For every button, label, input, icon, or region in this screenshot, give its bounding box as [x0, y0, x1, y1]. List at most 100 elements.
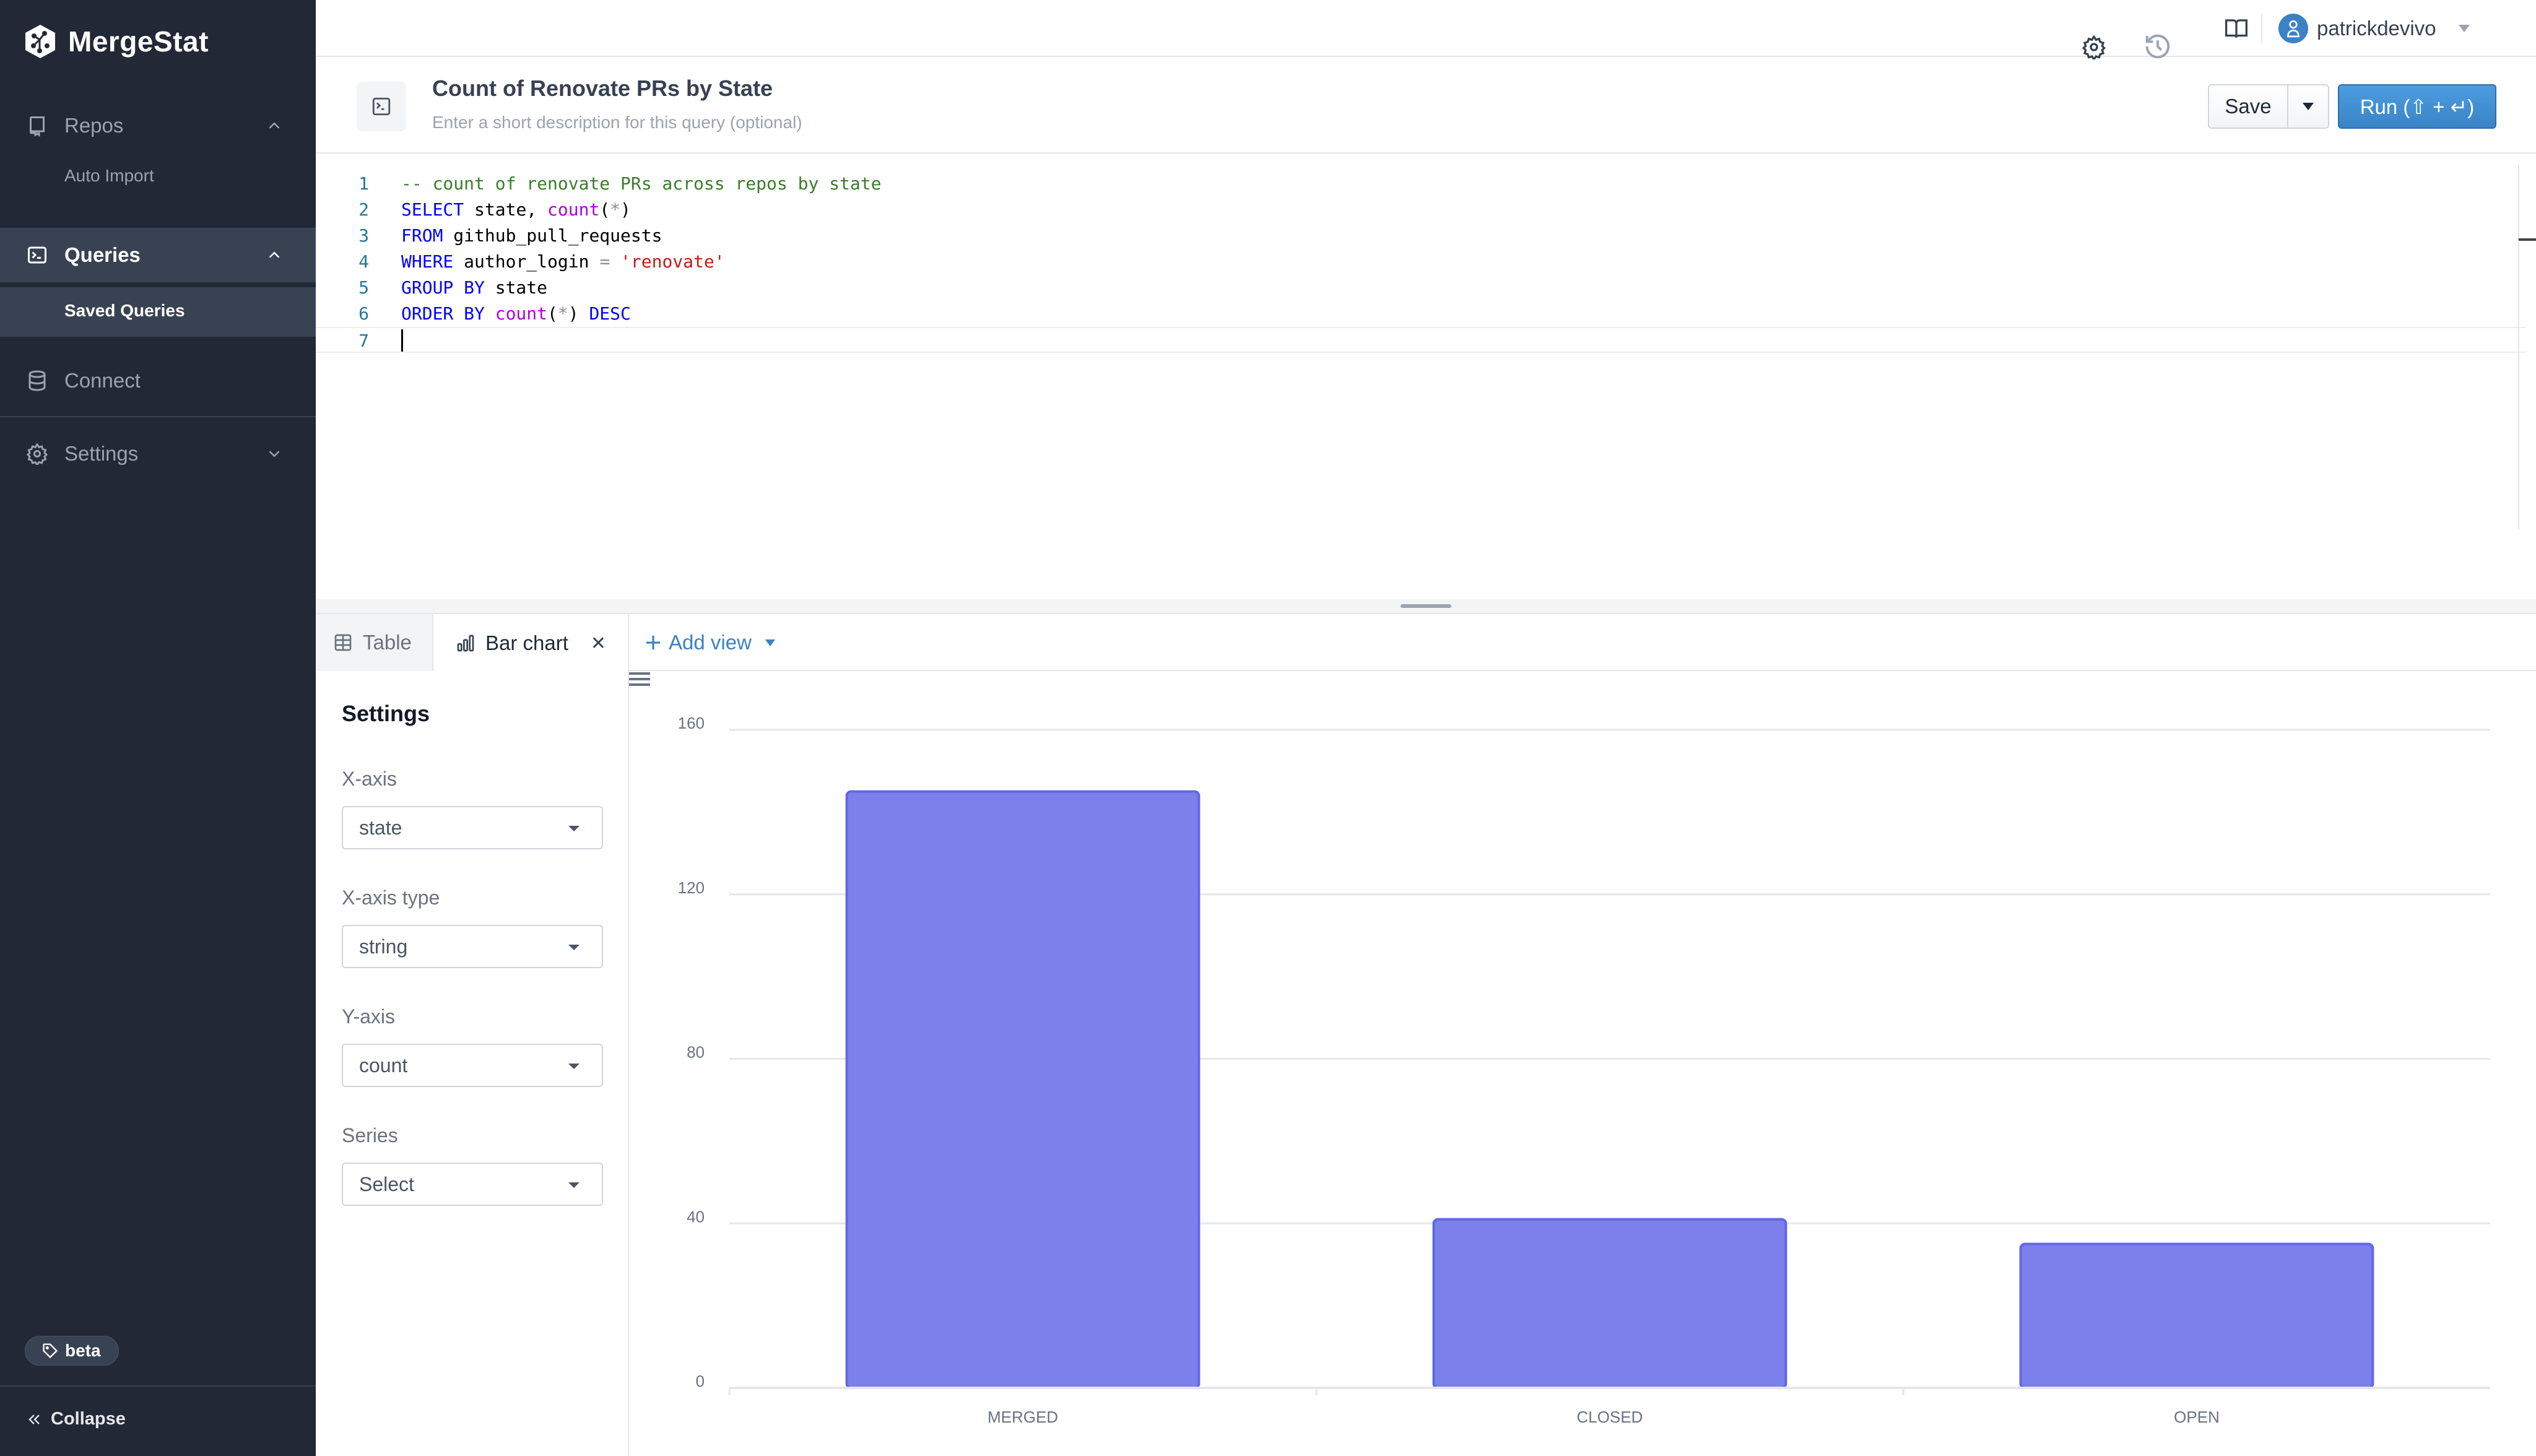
caret-down-icon — [568, 1182, 580, 1188]
line-number: 2 — [358, 199, 369, 220]
sidebar-item-label: Queries — [64, 243, 141, 266]
code-line[interactable]: 6 ORDER BY count(*) DESC — [316, 301, 2526, 327]
line-number: 5 — [358, 277, 369, 298]
code-line[interactable]: 2 SELECT state, count(*) — [316, 197, 2526, 223]
caret-down-icon — [568, 1064, 580, 1069]
settings-title: Settings — [342, 701, 430, 726]
code-token: SELECT — [401, 199, 464, 220]
sidebar-item-label: Repos — [64, 114, 124, 137]
series-select[interactable]: Select — [342, 1163, 603, 1206]
sidebar-item-connect[interactable]: Connect — [0, 359, 316, 402]
code-line[interactable]: 1 -- count of renovate PRs across repos b… — [316, 171, 2526, 197]
select-value: string — [359, 935, 408, 958]
bar-chart-icon — [457, 635, 474, 652]
x-tick-label: OPEN — [2174, 1408, 2220, 1426]
history-icon[interactable] — [2143, 32, 2172, 61]
save-options-dropdown[interactable] — [2288, 85, 2328, 128]
caret-down-icon — [2458, 25, 2470, 32]
app-name: MergeStat — [68, 25, 209, 58]
code-token: state — [484, 277, 548, 298]
query-type-icon — [357, 82, 406, 131]
query-header: Count of Renovate PRs by State Enter a s… — [316, 57, 2536, 154]
code-token: 'renovate' — [620, 251, 725, 272]
sidebar-item-saved-queries[interactable]: Saved Queries — [0, 287, 316, 337]
bar-closed — [1432, 1218, 1787, 1389]
terminal-icon — [372, 97, 391, 116]
save-button-group: Save — [2208, 84, 2329, 129]
chart-settings-panel: Settings X-axis state X-axis type string… — [316, 671, 629, 1456]
chevrons-left-icon — [28, 1414, 40, 1424]
x-axis-type-label: X-axis type — [342, 886, 440, 909]
topbar-divider — [2261, 14, 2262, 43]
sidebar-item-settings[interactable]: Settings — [0, 432, 316, 475]
book-icon[interactable] — [2224, 17, 2249, 40]
save-button[interactable]: Save — [2209, 85, 2288, 128]
x-axis-select[interactable]: state — [342, 806, 603, 849]
y-axis-select[interactable]: count — [342, 1044, 603, 1087]
code-line[interactable]: 3 FROM github_pull_requests — [316, 223, 2526, 249]
plus-icon — [646, 635, 661, 650]
code-token: count — [547, 199, 600, 220]
code-token: ) — [568, 303, 589, 324]
sidebar-item-repos[interactable]: Repos — [0, 104, 316, 147]
code-token: -- count of renovate PRs across repos by… — [401, 173, 882, 194]
y-tick-label: 40 — [687, 1207, 705, 1226]
tab-label: Bar chart — [485, 631, 568, 654]
user-icon — [2287, 20, 2299, 38]
user-menu[interactable]: patrickdevivo — [2278, 14, 2470, 43]
chevron-up-icon — [269, 251, 280, 258]
sidebar-divider — [0, 416, 316, 417]
y-axis-label: Y-axis — [342, 1005, 395, 1028]
close-icon[interactable]: ✕ — [591, 633, 606, 654]
logo[interactable]: MergeStat — [24, 24, 209, 59]
code-token: github_pull_requests — [443, 225, 662, 246]
editor-overview-marker — [2519, 238, 2536, 241]
username: patrickdevivo — [2317, 17, 2436, 40]
pane-resizer[interactable] — [316, 599, 2536, 614]
code-line[interactable]: 4 WHERE author_login = 'renovate' — [316, 249, 2526, 275]
resize-handle[interactable] — [1400, 604, 1451, 608]
code-token: ORDER BY — [401, 303, 485, 324]
caret-down-icon — [568, 945, 580, 950]
code-token: WHERE — [401, 251, 454, 272]
code-text: WHERE author_login = 'renovate' — [401, 249, 725, 275]
x-axis-label: X-axis — [342, 768, 397, 790]
caret-down-icon — [568, 826, 580, 831]
tab-bar-chart[interactable]: Bar chart ✕ — [433, 614, 629, 672]
results-tabs: Table Bar chart ✕ Add view 21ms Success — [316, 614, 2536, 672]
bar-merged — [845, 790, 1201, 1389]
code-token: * — [610, 199, 621, 220]
code-line[interactable]: 7 — [316, 327, 2526, 353]
chart-menu-icon[interactable] — [629, 671, 650, 687]
database-icon — [28, 370, 46, 391]
caret-down-icon — [765, 639, 775, 646]
run-button[interactable]: Run (⇧ + ↵) — [2338, 84, 2496, 129]
sidebar-item-queries[interactable]: Queries — [0, 228, 316, 282]
line-number: 3 — [358, 225, 369, 246]
avatar — [2278, 14, 2308, 43]
sql-editor[interactable]: 1 -- count of renovate PRs across repos b… — [316, 155, 2536, 600]
y-tick-label: 0 — [696, 1372, 705, 1390]
chevron-up-icon — [269, 122, 280, 129]
code-line[interactable]: 5 GROUP BY state — [316, 275, 2526, 301]
sidebar-item-auto-import[interactable]: Auto Import — [0, 166, 316, 201]
x-axis-type-select[interactable]: string — [342, 925, 603, 968]
gear-icon — [26, 443, 48, 465]
query-title[interactable]: Count of Renovate PRs by State — [432, 76, 773, 102]
add-view-button[interactable]: Add view — [644, 614, 775, 671]
editor-scrollbar[interactable] — [2518, 165, 2519, 530]
line-number: 1 — [358, 173, 369, 194]
caret-down-icon — [2303, 103, 2314, 110]
code-text: ORDER BY count(*) DESC — [401, 301, 631, 327]
series-label: Series — [342, 1124, 398, 1146]
beta-label: beta — [65, 1341, 101, 1360]
collapse-button[interactable]: Collapse — [26, 1409, 126, 1429]
bar-chart-svg: 0 40 80 120 160 MERGED CLOSED OPEN — [678, 714, 2490, 1426]
code-token: DESC — [589, 303, 631, 324]
query-description-input[interactable]: Enter a short description for this query… — [432, 113, 802, 132]
tab-table[interactable]: Table — [316, 614, 433, 671]
sidebar-item-label: Saved Queries — [64, 301, 185, 320]
gear-icon[interactable] — [2082, 35, 2106, 59]
y-tick-label: 160 — [678, 714, 705, 732]
sidebar: MergeStat Repos Auto Import Queries Save… — [0, 0, 316, 1456]
